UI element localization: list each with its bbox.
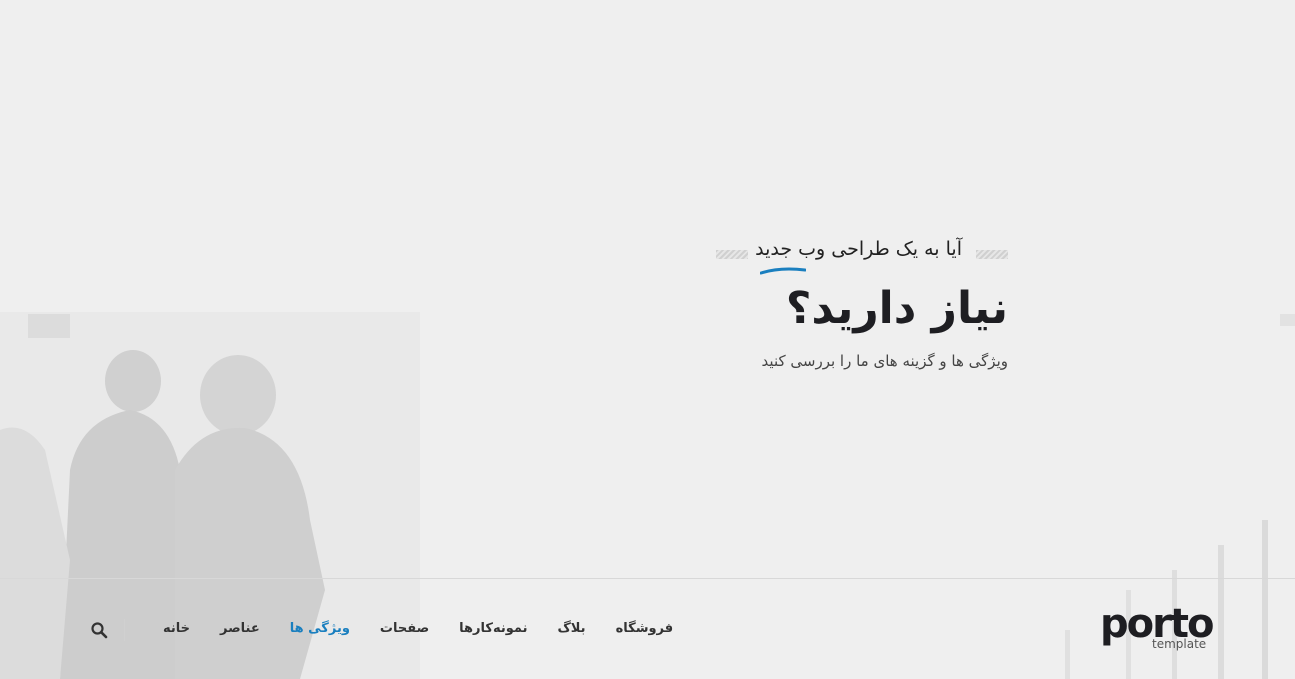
hero-title: نیاز دارید؟ xyxy=(785,283,1008,334)
swoosh-underline xyxy=(760,267,806,275)
hero-section: آیا به یک طراحی وب جدید نیاز دارید؟ ویژگ… xyxy=(700,232,1010,370)
hero-description: ویژگی ها و گزینه های ما را بررسی کنید xyxy=(761,352,1008,370)
nav-item-blog[interactable]: بلاگ xyxy=(543,621,601,636)
decorative-stripe-right xyxy=(976,250,1008,259)
porto-logo[interactable]: porto template xyxy=(1100,601,1214,661)
decorative-stripe-left xyxy=(716,250,748,259)
nav-item-portfolio[interactable]: نمونه‌کارها xyxy=(444,621,542,636)
nav-item-shop[interactable]: فروشگاه xyxy=(601,621,689,636)
nav-item-elements[interactable]: عناصر xyxy=(205,621,275,636)
nav-divider xyxy=(124,619,125,641)
header-nav-bar: خانه عناصر ویژگی ها صفحات نمونه‌کارها بل… xyxy=(0,578,1295,679)
search-icon xyxy=(91,622,108,639)
main-menu: خانه عناصر ویژگی ها صفحات نمونه‌کارها بل… xyxy=(148,621,688,636)
hero-subtitle: آیا به یک طراحی وب جدید xyxy=(755,238,962,260)
page: آیا به یک طراحی وب جدید نیاز دارید؟ ویژگ… xyxy=(0,0,1295,679)
hero-subtitle-row: آیا به یک طراحی وب جدید xyxy=(700,232,1010,275)
nav-item-home[interactable]: خانه xyxy=(148,621,205,636)
search-button[interactable] xyxy=(90,621,108,639)
logo-subtext: template xyxy=(1152,637,1207,651)
nav-item-pages[interactable]: صفحات xyxy=(365,621,444,636)
nav-item-features[interactable]: ویژگی ها xyxy=(275,621,365,636)
